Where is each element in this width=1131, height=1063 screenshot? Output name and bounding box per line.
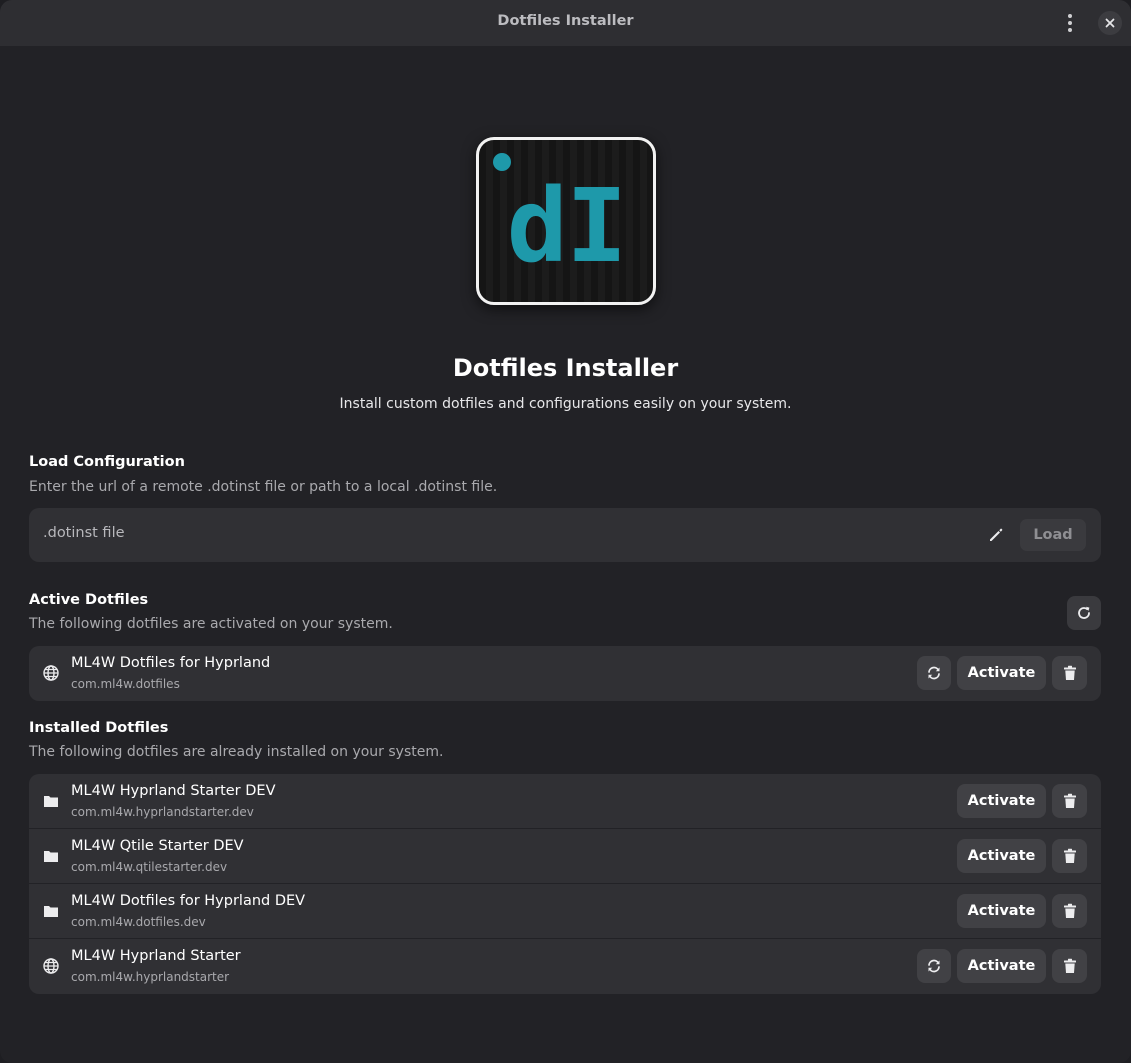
- menu-dot-icon: [1068, 21, 1072, 25]
- globe-icon: [43, 665, 59, 681]
- trash-icon: [1063, 903, 1076, 918]
- sync-icon: [928, 666, 940, 680]
- close-button[interactable]: [1098, 11, 1122, 35]
- active-section-description: The following dotfiles are activated on …: [29, 616, 393, 632]
- dotfile-id: com.ml4w.dotfiles: [71, 677, 180, 691]
- dotfile-id: com.ml4w.hyprlandstarter.dev: [71, 805, 254, 819]
- folder-icon: [44, 851, 58, 862]
- trash-icon: [1063, 665, 1076, 680]
- dotfile-id: com.ml4w.dotfiles.dev: [71, 915, 206, 929]
- activate-button[interactable]: Activate: [957, 784, 1046, 818]
- dotfile-name: ML4W Dotfiles for Hyprland: [71, 655, 271, 671]
- trash-icon: [1063, 793, 1076, 808]
- header-bar: Dotfiles Installer: [0, 0, 1131, 46]
- window-title: Dotfiles Installer: [497, 13, 634, 29]
- refresh-icon: [1078, 606, 1090, 619]
- logo-text: dI: [506, 167, 628, 286]
- list-item: ML4W Hyprland Starter com.ml4w.hyprlands…: [29, 939, 1101, 994]
- update-button[interactable]: [917, 656, 951, 690]
- list-item: ML4W Qtile Starter DEV com.ml4w.qtilesta…: [29, 829, 1101, 884]
- delete-button[interactable]: [1052, 656, 1087, 690]
- app-window: Dotfiles Installer dI Dotfiles Installer…: [0, 0, 1131, 1063]
- dotfile-name: ML4W Dotfiles for Hyprland DEV: [71, 893, 306, 909]
- sync-icon: [928, 959, 940, 973]
- folder-icon: [44, 906, 58, 917]
- installed-section-description: The following dotfiles are already insta…: [29, 744, 444, 760]
- globe-icon: [43, 958, 59, 974]
- app-logo: dI: [476, 137, 656, 305]
- menu-dot-icon: [1068, 28, 1072, 32]
- installed-section-title: Installed Dotfiles: [29, 720, 169, 736]
- activate-button[interactable]: Activate: [957, 656, 1046, 690]
- activate-button[interactable]: Activate: [957, 949, 1046, 983]
- installed-dotfiles-list: ML4W Hyprland Starter DEV com.ml4w.hyprl…: [29, 774, 1101, 994]
- dotfile-id: com.ml4w.qtilestarter.dev: [71, 860, 228, 874]
- active-dotfiles-list: ML4W Dotfiles for Hyprland com.ml4w.dotf…: [29, 646, 1101, 701]
- dotfile-name: ML4W Hyprland Starter: [71, 948, 241, 964]
- pencil-icon[interactable]: [987, 526, 1005, 544]
- load-section-title: Load Configuration: [29, 454, 185, 470]
- app-title: Dotfiles Installer: [452, 354, 679, 382]
- delete-button[interactable]: [1052, 839, 1087, 873]
- trash-icon: [1063, 848, 1076, 863]
- menu-dot-icon: [1068, 14, 1072, 18]
- load-section-description: Enter the url of a remote .dotinst file …: [29, 479, 498, 495]
- dotinst-entry-row: Load: [29, 508, 1101, 562]
- update-button[interactable]: [917, 949, 951, 983]
- list-item: ML4W Dotfiles for Hyprland DEV com.ml4w.…: [29, 884, 1101, 939]
- delete-button[interactable]: [1052, 949, 1087, 983]
- activate-button[interactable]: Activate: [957, 839, 1046, 873]
- trash-icon: [1063, 958, 1076, 973]
- list-item: ML4W Dotfiles for Hyprland com.ml4w.dotf…: [29, 646, 1101, 701]
- active-section-title: Active Dotfiles: [29, 592, 149, 608]
- app-subtitle: Install custom dotfiles and configuratio…: [339, 396, 792, 412]
- dotfile-name: ML4W Qtile Starter DEV: [71, 838, 244, 854]
- delete-button[interactable]: [1052, 784, 1087, 818]
- list-item: ML4W Hyprland Starter DEV com.ml4w.hyprl…: [29, 774, 1101, 829]
- activate-button[interactable]: Activate: [957, 894, 1046, 928]
- load-button[interactable]: Load: [1020, 519, 1086, 551]
- folder-icon: [44, 796, 58, 807]
- refresh-button[interactable]: [1067, 596, 1101, 630]
- delete-button[interactable]: [1052, 894, 1087, 928]
- main-menu-button[interactable]: [1058, 11, 1082, 35]
- close-icon: [1105, 18, 1115, 28]
- dotfile-name: ML4W Hyprland Starter DEV: [71, 783, 276, 799]
- dotfile-id: com.ml4w.hyprlandstarter: [71, 970, 230, 984]
- dotinst-input[interactable]: [43, 525, 943, 541]
